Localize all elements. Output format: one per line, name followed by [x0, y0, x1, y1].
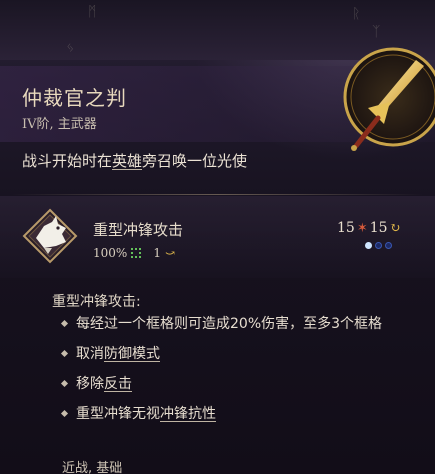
bullet-text: 重型冲锋无视 [76, 406, 160, 422]
hit-chance: 100% [93, 246, 128, 260]
slot-dots [365, 242, 392, 249]
details-list: 每经过一个框格则可造成20%伤害，至多3个框格 取消防御模式 移除反击 重型冲锋… [60, 313, 407, 433]
range-value: 1 [153, 246, 161, 260]
item-name: 仲裁官之判 [22, 86, 127, 110]
description-text: 战斗开始时在 [22, 152, 113, 170]
diamond-bullet-icon [60, 409, 69, 418]
rune-decoration-icon: ᚱ [352, 6, 361, 22]
diamond-bullet-icon [60, 319, 69, 328]
charge-arc-icon: ⤻ [164, 246, 176, 260]
charge-resistance-link[interactable]: 冲锋抗性 [160, 406, 216, 422]
divider [12, 194, 423, 195]
slot-dot-filled [365, 242, 372, 249]
item-description: 战斗开始时在英雄旁召唤一位光使 [22, 150, 247, 171]
swirl-icon: ↻ [389, 220, 401, 236]
details-heading: 重型冲锋攻击: [52, 294, 141, 310]
detail-bullet: 移除反击 [60, 373, 407, 395]
ability-tags: 近战, 基础 [62, 461, 123, 474]
rune-decoration-icon: ᛃ [66, 40, 75, 56]
ability-stats: 100% 1 ⤻ [93, 246, 175, 260]
counterattack-link[interactable]: 反击 [104, 376, 132, 392]
hero-link[interactable]: 英雄 [112, 152, 142, 170]
slot-dot-empty [375, 242, 382, 249]
bullet-text: 取消 [76, 346, 104, 362]
attack-star-icon: ✶ [356, 220, 368, 236]
white-wolf-charge-icon[interactable] [22, 208, 78, 264]
detail-bullet: 取消防御模式 [60, 343, 407, 365]
ability-cost: 15 ✶ 15 ↻ [337, 220, 400, 236]
range-grid-icon [131, 248, 142, 258]
weapon-emblem-icon [343, 47, 435, 151]
item-tooltip: ᛗ ᚱ ᛉ ᛃ 仲裁官之判 IV阶, 主武器 战斗开始时在英雄旁召唤一位光使 重… [0, 0, 435, 474]
cost-left-value: 15 [337, 220, 355, 236]
slot-dot-empty [385, 242, 392, 249]
ability-name: 重型冲锋攻击 [93, 221, 184, 239]
diamond-bullet-icon [60, 379, 69, 388]
detail-bullet: 重型冲锋无视冲锋抗性 [60, 403, 407, 425]
diamond-bullet-icon [60, 349, 69, 358]
description-text: 旁召唤一位光使 [142, 152, 248, 170]
cost-right-value: 15 [369, 220, 388, 236]
bullet-text: 移除 [76, 376, 104, 392]
item-subtitle: IV阶, 主武器 [22, 117, 97, 132]
detail-bullet: 每经过一个框格则可造成20%伤害，至多3个框格 [60, 313, 407, 335]
rune-decoration-icon: ᛉ [372, 24, 381, 40]
defense-mode-link[interactable]: 防御模式 [104, 346, 160, 362]
bullet-text: 每经过一个框格则可造成20%伤害，至多3个框格 [76, 316, 383, 332]
rune-decoration-icon: ᛗ [88, 4, 97, 20]
